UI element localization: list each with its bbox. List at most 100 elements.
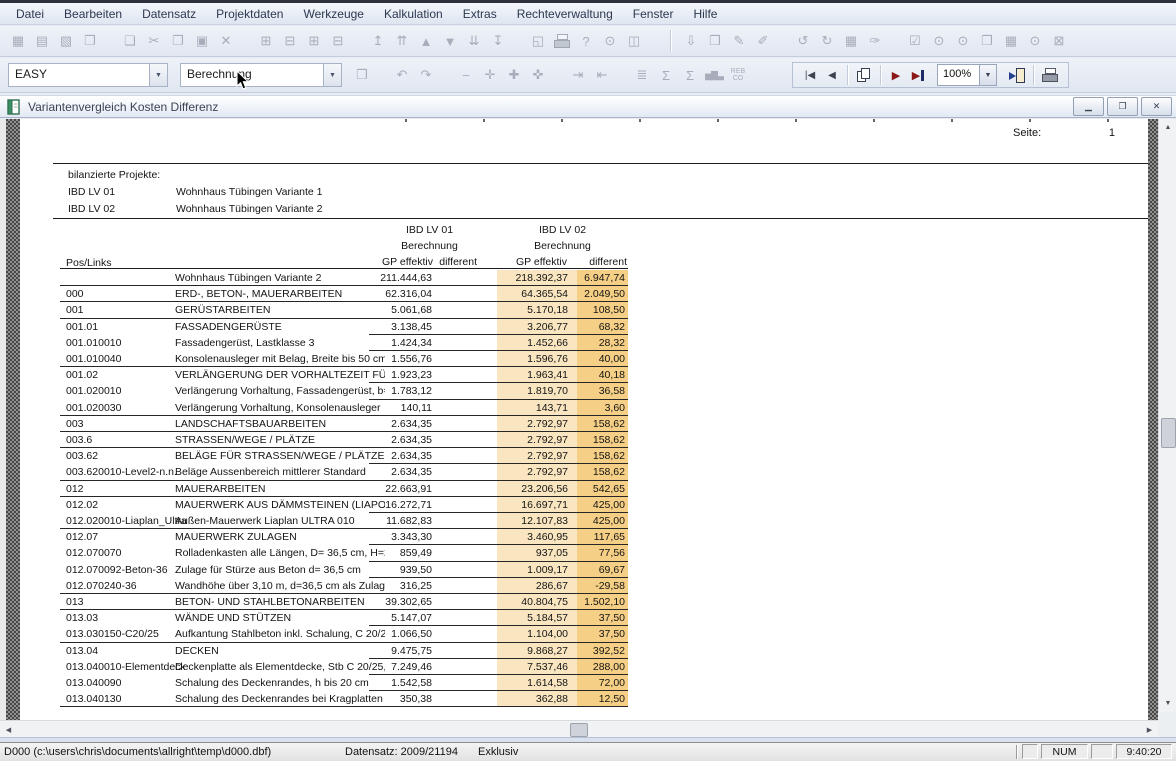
pin-icon[interactable]: ✑ xyxy=(863,30,887,52)
redo-icon[interactable]: ↷ xyxy=(414,64,438,86)
transfer-doc-icon[interactable]: ⊠ xyxy=(1047,30,1071,52)
menu-item-rechteverwaltung[interactable]: Rechteverwaltung xyxy=(507,4,623,24)
row-pos: 003 xyxy=(66,416,84,432)
statistics-icon[interactable]: ▅▇▃ xyxy=(702,64,726,86)
move-pageup-icon[interactable]: ⇈ xyxy=(390,30,414,52)
row-gp-effektiv-lv01: 1.424,34 xyxy=(391,335,432,351)
report-view-icon[interactable]: ▤ xyxy=(30,30,54,52)
horizontal-scrollbar-thumb[interactable] xyxy=(570,723,588,737)
add-group-icon[interactable]: ✜ xyxy=(526,64,550,86)
help-icon[interactable]: ? xyxy=(574,30,598,52)
view-combobox[interactable]: Berechnung ▼ xyxy=(180,63,342,87)
menu-item-fenster[interactable]: Fenster xyxy=(623,4,684,24)
split-view-icon[interactable]: ◫ xyxy=(622,30,646,52)
add-element-icon[interactable]: ✚ xyxy=(502,64,526,86)
sum-icon[interactable]: Σ xyxy=(678,64,702,86)
table-report-icon[interactable]: ▦ xyxy=(999,30,1023,52)
approve-doc-icon[interactable]: ☑ xyxy=(903,30,927,52)
chevron-down-icon[interactable]: ▼ xyxy=(323,64,341,86)
row-pos: 003.6 xyxy=(66,432,92,448)
zoom-page-icon[interactable]: ⊙ xyxy=(951,30,975,52)
print-icon[interactable] xyxy=(550,30,574,52)
horizontal-scrollbar[interactable]: ◀ ▶ xyxy=(0,720,1158,737)
chevron-down-icon[interactable]: ▼ xyxy=(979,65,996,85)
first-page-button[interactable]: |◀ xyxy=(799,64,821,86)
catalog-icon[interactable]: ❒ xyxy=(78,30,102,52)
menu-item-projektdaten[interactable]: Projektdaten xyxy=(206,4,293,24)
list-positions-icon[interactable]: ≣ xyxy=(630,64,654,86)
vertical-scrollbar-thumb[interactable] xyxy=(1161,418,1176,448)
row-gp-effektiv-lv02: 40.804,75 xyxy=(497,594,577,610)
undo-icon[interactable]: ↶ xyxy=(390,64,414,86)
open-report-icon[interactable]: ❒ xyxy=(975,30,999,52)
record-count: Datensatz: 2009/21194 xyxy=(345,746,458,758)
vertical-scrollbar[interactable]: ▲ ▼ xyxy=(1158,119,1176,712)
history-forward-icon[interactable]: ↻ xyxy=(815,30,839,52)
tree-structure-icon[interactable]: ⊟ xyxy=(326,30,350,52)
menu-item-datei[interactable]: Datei xyxy=(6,4,54,24)
move-up-icon[interactable]: ▲ xyxy=(414,30,438,52)
menu-item-datensatz[interactable]: Datensatz xyxy=(132,4,206,24)
move-first-icon[interactable]: ↥ xyxy=(366,30,390,52)
add-position-icon[interactable]: ✛ xyxy=(478,64,502,86)
last-page-button[interactable]: ▶ xyxy=(907,64,929,86)
import-icon[interactable]: ⇩ xyxy=(679,30,703,52)
minimize-button[interactable]: ▁ xyxy=(1073,97,1104,116)
scroll-left-button[interactable]: ◀ xyxy=(0,721,17,738)
open-report-icon[interactable]: ❒ xyxy=(350,64,374,86)
chevron-down-icon[interactable]: ▼ xyxy=(149,64,167,86)
report-window-icon[interactable]: ◱ xyxy=(526,30,550,52)
document-window-title: Variantenvergleich Kosten Differenz xyxy=(28,100,1070,114)
menu-item-extras[interactable]: Extras xyxy=(453,4,507,24)
menu-item-bearbeiten[interactable]: Bearbeiten xyxy=(54,4,132,24)
cut-icon[interactable]: ✂ xyxy=(142,30,166,52)
edit-report-icon[interactable]: ✎ xyxy=(727,30,751,52)
tree-branch-icon[interactable]: ⊞ xyxy=(302,30,326,52)
history-back-icon[interactable]: ↺ xyxy=(791,30,815,52)
scroll-up-button[interactable]: ▲ xyxy=(1159,119,1176,136)
tree-insert-icon[interactable]: ⊞ xyxy=(254,30,278,52)
report-tools: ❒↶↷−✛✚✜⇥⇤≣ΣΣ▅▇▃REB CO xyxy=(350,64,766,86)
move-last-icon[interactable]: ↧ xyxy=(486,30,510,52)
menu-item-werkzeuge[interactable]: Werkzeuge xyxy=(293,4,373,24)
scroll-down-button[interactable]: ▼ xyxy=(1159,695,1176,712)
formula-icon[interactable]: Σ xyxy=(654,64,678,86)
edit-form-icon[interactable]: ✐ xyxy=(751,30,775,52)
print-button[interactable] xyxy=(1038,64,1062,86)
scroll-right-button[interactable]: ▶ xyxy=(1141,721,1158,738)
copy-icon[interactable]: ❐ xyxy=(166,30,190,52)
row-gp-effektiv-lv02: 937,05 xyxy=(497,545,577,561)
search-icon[interactable]: ⊙ xyxy=(598,30,622,52)
row-description: Wohnhaus Tübingen Variante 2 xyxy=(175,270,322,286)
restore-button[interactable]: ❐ xyxy=(1107,97,1138,116)
document-window-titlebar[interactable]: Variantenvergleich Kosten Differenz ▁ ❐ … xyxy=(0,95,1176,118)
export-book-icon[interactable]: ❒ xyxy=(703,30,727,52)
promote-position-icon[interactable]: ⇤ xyxy=(590,64,614,86)
row-description: WÄNDE UND STÜTZEN xyxy=(175,610,291,626)
tree-outline-icon[interactable]: ⊟ xyxy=(278,30,302,52)
demote-position-icon[interactable]: ⇥ xyxy=(566,64,590,86)
new-document-icon[interactable]: ❏ xyxy=(118,30,142,52)
copy-pages-button[interactable] xyxy=(852,64,876,86)
next-page-button[interactable]: ▶ xyxy=(885,64,907,86)
image-preview-icon[interactable]: ▦ xyxy=(6,30,30,52)
zoom-doc-icon[interactable]: ⊙ xyxy=(927,30,951,52)
tile-windows-icon[interactable]: ▦ xyxy=(839,30,863,52)
menu-item-hilfe[interactable]: Hilfe xyxy=(683,4,727,24)
zoom-select[interactable]: 100% ▼ xyxy=(937,64,997,86)
remove-position-icon[interactable]: − xyxy=(454,64,478,86)
previous-page-button[interactable]: ◀ xyxy=(821,64,843,86)
close-preview-button[interactable] xyxy=(1005,64,1029,86)
row-different-lv02: 77,56 xyxy=(577,545,628,561)
delete-icon[interactable]: ✕ xyxy=(214,30,238,52)
picture-view-icon[interactable]: ▧ xyxy=(54,30,78,52)
move-down-icon[interactable]: ▼ xyxy=(438,30,462,52)
report-search-icon[interactable]: ⊙ xyxy=(1023,30,1047,52)
paste-icon[interactable]: ▣ xyxy=(190,30,214,52)
reb-icon[interactable]: REB CO xyxy=(726,64,750,86)
close-button[interactable]: ✕ xyxy=(1141,97,1172,116)
menu-item-kalkulation[interactable]: Kalkulation xyxy=(374,4,453,24)
move-pagedown-icon[interactable]: ⇊ xyxy=(462,30,486,52)
table-row: Wohnhaus Tübingen Variante 2211.444,6321… xyxy=(60,270,628,286)
profile-combobox[interactable]: EASY ▼ xyxy=(8,63,168,87)
